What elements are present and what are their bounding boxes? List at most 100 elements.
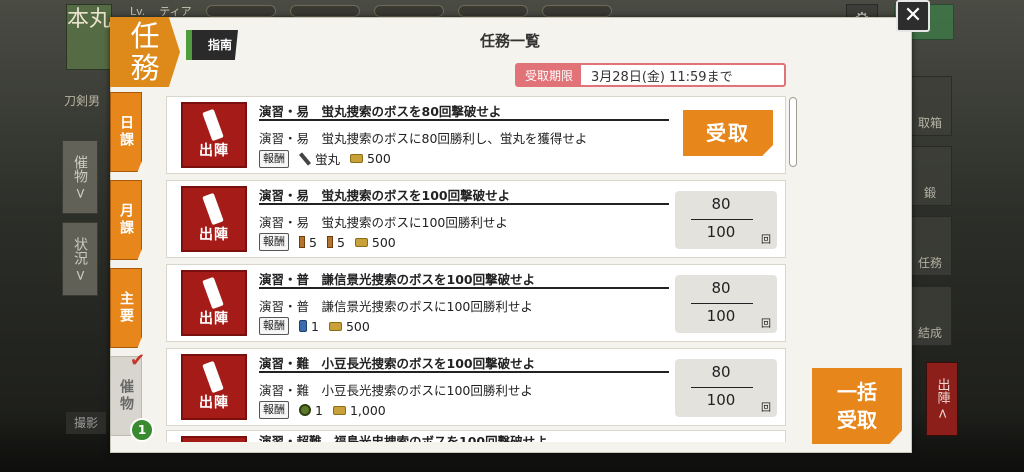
blade-icon	[202, 192, 224, 226]
charm-icon	[299, 404, 311, 416]
reward-value: 5	[309, 234, 317, 250]
quest-description: 演習・易 蛍丸捜索のボスに100回勝利せよ	[259, 215, 508, 230]
scrollbar[interactable]	[789, 97, 797, 443]
blade-icon	[202, 276, 224, 310]
sortie-icon: 出陣	[181, 270, 247, 336]
progress-total: 100	[706, 307, 736, 325]
quest-title-tag: 任 務	[110, 17, 180, 87]
quest-row: 出陣 演習・普 謙信景光捜索のボスを100回撃破せよ 演習・普 謙信景光捜索のボ…	[166, 264, 786, 342]
title-divider	[259, 371, 669, 373]
level-label: Lv.	[130, 4, 146, 18]
close-icon[interactable]: ✕	[896, 0, 930, 32]
bulk-claim-label: 受取	[837, 408, 877, 432]
gold-icon	[332, 405, 346, 415]
reward-tag: 報酬	[259, 233, 289, 251]
quest-description: 演習・難 小豆長光捜索のボスに100回勝利せよ	[259, 383, 533, 398]
gold-icon	[354, 237, 368, 247]
reward-value: 5	[336, 234, 345, 250]
resource-slot	[373, 5, 444, 17]
deadline-value: 3月28日(金) 11:59まで	[591, 69, 733, 85]
quest-row: 出陣 演習・易 蛍丸捜索のボスを100回撃破せよ 演習・易 蛍丸捜索のボスに10…	[166, 180, 786, 258]
tab-daily[interactable]: 日課	[110, 92, 142, 172]
reward-tag: 報酬	[259, 317, 289, 335]
resource-slot	[457, 5, 528, 17]
deadline-label: 受取期限	[517, 65, 582, 85]
fraction-bar	[691, 303, 753, 304]
reward-value: 500	[371, 234, 396, 250]
resource-slot	[289, 5, 360, 17]
bulk-claim-label: 一括	[837, 380, 877, 404]
claim-button[interactable]: 受取	[683, 110, 773, 156]
sortie-icon: 出陣	[181, 102, 247, 168]
sortie-icon: 出陣	[181, 354, 247, 420]
reward-value: 蛍丸	[315, 152, 341, 167]
progress-counter: 80 100 回	[675, 191, 777, 249]
tab-monthly[interactable]: 月課	[110, 180, 142, 260]
reward-list: 報酬 1 500	[259, 317, 370, 335]
quest-title: 演習・普 謙信景光捜索のボスを100回撃破せよ	[259, 272, 536, 287]
sortie-icon	[181, 436, 247, 442]
check-icon: ✔	[130, 350, 146, 371]
reward-tag: 報酬	[259, 401, 289, 419]
screenshot-button[interactable]: 撮影	[66, 412, 106, 434]
progress-unit: 回	[761, 319, 771, 330]
progress-unit: 回	[761, 235, 771, 246]
sortie-icon-label: 出陣	[199, 395, 229, 411]
sortie-icon: 出陣	[181, 186, 247, 252]
reward-value: 500	[367, 151, 391, 166]
quest-title: 演習・難 小豆長光捜索のボスを100回撃破せよ	[259, 356, 536, 371]
gold-icon	[350, 154, 364, 163]
fraction-bar	[691, 387, 753, 388]
title-divider	[259, 287, 669, 289]
reward-value: 1	[315, 402, 323, 418]
quest-description: 演習・易 蛍丸捜索のボスに80回勝利し、蛍丸を獲得せよ	[259, 131, 588, 146]
reward-list: 報酬 5 5 500	[259, 233, 396, 251]
reward-value: 500	[345, 318, 370, 334]
quest-list[interactable]: 出陣 演習・易 蛍丸捜索のボスを80回撃破せよ 演習・易 蛍丸捜索のボスに80回…	[166, 96, 786, 442]
side-mailbox-button[interactable]: 取箱	[908, 76, 952, 136]
progress-current: 80	[711, 279, 731, 297]
notification-badge: 1	[130, 418, 154, 442]
fraction-bar	[691, 219, 753, 220]
progress-total: 100	[706, 391, 736, 409]
progress-current: 80	[711, 195, 731, 213]
side-status-button[interactable]: 状況 >	[62, 222, 98, 296]
reward-value: 1	[311, 318, 319, 334]
quest-description: 演習・普 謙信景光捜索のボスに100回勝利せよ	[259, 299, 533, 314]
reward-list: 報酬 蛍丸 500	[259, 149, 391, 168]
sortie-icon-label: 出陣	[199, 311, 229, 327]
reward-value: 1,000	[349, 402, 386, 418]
progress-unit: 回	[761, 403, 771, 414]
guide-button[interactable]: 指南	[186, 30, 238, 60]
progress-counter: 80 100 回	[675, 359, 777, 417]
progress-counter: 80 100 回	[675, 275, 777, 333]
sortie-icon-label: 出陣	[199, 227, 229, 243]
side-forge-button[interactable]: 鍛	[908, 146, 952, 206]
side-sortie-button[interactable]: 出陣 <	[926, 362, 958, 436]
resource-slot	[541, 5, 612, 17]
touken-label: 刀剣男	[64, 94, 101, 108]
progress-total: 100	[706, 223, 736, 241]
side-quest-button[interactable]: 任務	[908, 216, 952, 276]
quest-title: 演習・超難 福島光忠捜索のボスを100回撃破せよ	[259, 434, 548, 442]
title-divider	[259, 119, 669, 121]
blade-icon	[202, 360, 224, 394]
wood-icon	[326, 236, 333, 248]
quest-row: 出陣 演習・易 蛍丸捜索のボスを80回撃破せよ 演習・易 蛍丸捜索のボスに80回…	[166, 96, 786, 174]
blue-item-icon	[299, 320, 307, 332]
tab-main[interactable]: 主要	[110, 268, 142, 348]
sortie-icon-label: 出陣	[199, 143, 229, 159]
sword-icon	[298, 151, 312, 166]
title-divider	[259, 203, 669, 205]
side-formation-button[interactable]: 結成	[908, 286, 952, 346]
gold-icon	[328, 321, 342, 331]
side-event-button[interactable]: 催物 >	[62, 140, 98, 214]
title-char: 務	[130, 51, 160, 85]
quest-row: 出陣 演習・難 小豆長光捜索のボスを100回撃破せよ 演習・難 小豆長光捜索のボ…	[166, 348, 786, 426]
wood-icon	[299, 236, 305, 248]
quest-title: 演習・易 蛍丸捜索のボスを100回撃破せよ	[259, 188, 511, 203]
scrollbar-thumb[interactable]	[789, 97, 797, 167]
quest-row: 演習・超難 福島光忠捜索のボスを100回撃破せよ	[166, 430, 786, 442]
title-char: 任	[130, 19, 160, 53]
bulk-claim-button[interactable]: 一括 受取	[812, 368, 902, 444]
